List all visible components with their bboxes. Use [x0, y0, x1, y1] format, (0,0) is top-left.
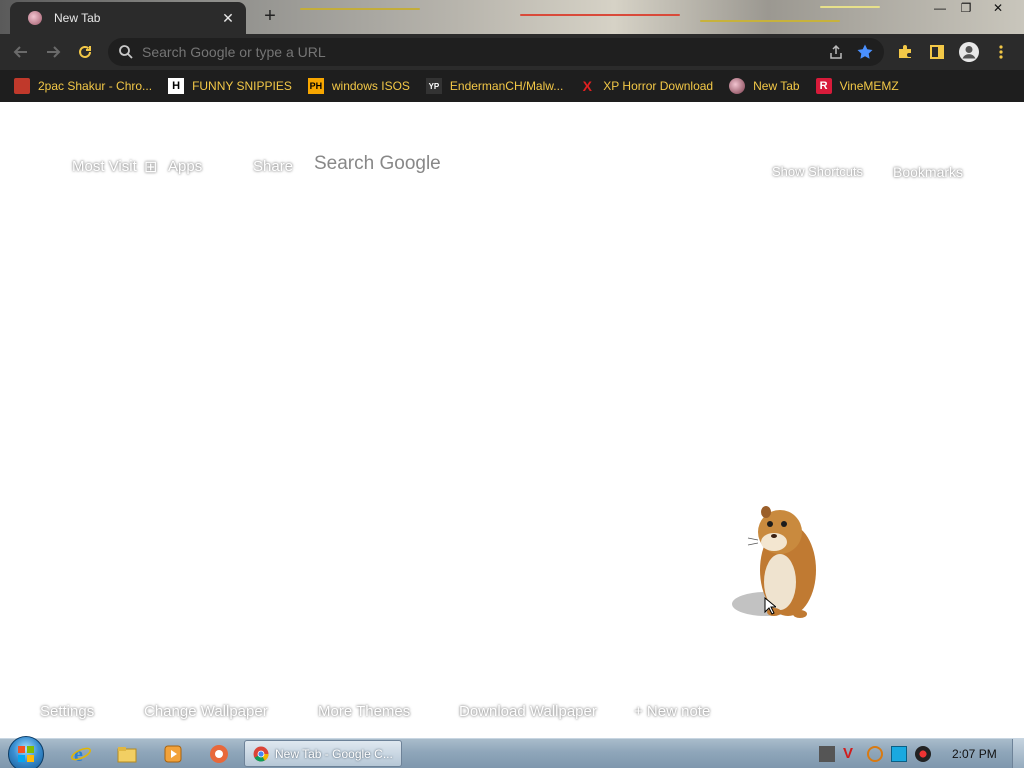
bookmarks-bar: 2pac Shakur - Chro... H FUNNY SNIPPIES P… — [0, 70, 1024, 102]
svg-text:e: e — [74, 744, 83, 765]
tray-record-icon[interactable] — [915, 746, 931, 762]
bookmarks-link[interactable]: Bookmarks — [893, 164, 963, 180]
tray-search-icon[interactable] — [867, 746, 883, 762]
forward-arrow-icon — [47, 46, 61, 58]
bookmark-item[interactable]: YP EndermanCH/Malw... — [425, 78, 564, 94]
extensions-button[interactable] — [894, 41, 916, 63]
wallpaper-streak — [700, 20, 840, 22]
tray-network-icon[interactable] — [819, 746, 835, 762]
bookmark-item[interactable]: PH windows ISOS — [307, 78, 410, 94]
bookmark-2pac-icon — [14, 78, 30, 94]
side-panel-button[interactable] — [926, 41, 948, 63]
bookmark-r-icon: R — [815, 78, 832, 94]
bookmark-item[interactable]: R VineMEMZ — [815, 78, 899, 94]
wallpaper-streak — [300, 8, 420, 10]
tray-display-icon[interactable] — [891, 746, 907, 762]
windows-logo-icon — [18, 746, 34, 762]
bookmark-label: windows ISOS — [331, 79, 410, 93]
hamster-image — [732, 506, 816, 618]
back-button[interactable] — [10, 41, 32, 63]
omnibox-input[interactable] — [142, 44, 802, 60]
share-link[interactable]: Share — [253, 158, 293, 175]
bookmark-star-icon[interactable] — [856, 43, 874, 61]
internet-explorer-icon[interactable]: e — [70, 743, 92, 765]
minimize-button[interactable]: — — [928, 0, 952, 16]
bookmark-label: EndermanCH/Malw... — [449, 79, 564, 93]
change-wallpaper-link[interactable]: Change Wallpaper — [144, 703, 268, 720]
bookmark-label: XP Horror Download — [603, 79, 714, 93]
show-shortcuts-link[interactable]: Show Shortcuts — [772, 164, 863, 179]
tab-close-icon[interactable]: ✕ — [220, 10, 236, 27]
puzzle-icon — [899, 45, 911, 58]
app-icon[interactable] — [208, 743, 230, 765]
kebab-menu-icon — [999, 45, 1003, 59]
bookmark-h-icon: H — [168, 78, 185, 94]
browser-toolbar — [0, 34, 1024, 70]
apps-grid-icon: ⊞ — [144, 159, 158, 176]
windows-taskbar: e New Tab - Google C... V 2:07 PM — [0, 736, 1024, 768]
bookmark-item[interactable]: 2pac Shakur - Chro... — [14, 78, 152, 94]
bookmark-label: 2pac Shakur - Chro... — [38, 79, 153, 93]
chrome-icon — [253, 746, 269, 762]
taskbar-clock[interactable]: 2:07 PM — [952, 747, 997, 761]
file-explorer-icon[interactable] — [116, 743, 138, 765]
tab-new-tab[interactable]: New Tab ✕ — [10, 2, 246, 34]
bookmark-item[interactable]: H FUNNY SNIPPIES — [168, 78, 292, 94]
bookmark-newtab-icon — [729, 78, 746, 94]
start-button[interactable] — [8, 736, 44, 768]
bookmark-label: New Tab — [753, 79, 800, 93]
avatar-icon — [959, 42, 979, 62]
reload-icon — [79, 45, 91, 58]
download-wallpaper-link[interactable]: Download Wallpaper — [459, 703, 597, 720]
search-google-label[interactable]: Search Google — [314, 153, 441, 175]
wallpaper-streak — [520, 14, 680, 16]
back-arrow-icon — [13, 46, 27, 58]
bookmark-item[interactable]: New Tab — [729, 78, 800, 94]
taskbar-window-label: New Tab - Google C... — [275, 746, 393, 761]
more-themes-link[interactable]: More Themes — [318, 703, 410, 720]
mouse-cursor-icon — [764, 597, 776, 615]
omnibox[interactable] — [108, 38, 884, 66]
restore-button[interactable]: ❐ — [954, 0, 978, 16]
tray-v-icon[interactable]: V — [843, 746, 859, 762]
reload-button[interactable] — [74, 41, 96, 63]
media-player-icon[interactable] — [162, 743, 184, 765]
profile-button[interactable] — [958, 41, 980, 63]
taskbar-chrome-window[interactable]: New Tab - Google C... — [244, 740, 402, 767]
menu-button[interactable] — [990, 41, 1012, 63]
settings-link[interactable]: Settings — [40, 703, 94, 720]
bookmark-yp-icon: YP — [425, 78, 442, 94]
bookmark-ph-icon: PH — [307, 78, 324, 94]
bookmark-x-icon: X — [582, 78, 592, 94]
forward-button[interactable] — [42, 41, 64, 63]
close-window-button[interactable]: ✕ — [986, 0, 1010, 16]
tab-title: New Tab — [54, 11, 101, 25]
browser-titlebar: New Tab ✕ + — ❐ ✕ — [0, 0, 1024, 34]
bookmark-label: FUNNY SNIPPIES — [192, 79, 292, 93]
bookmark-label: VineMEMZ — [839, 79, 899, 93]
new-tab-button[interactable]: + — [260, 5, 280, 28]
new-tab-favicon-icon — [28, 11, 42, 25]
new-tab-page: Most Visit ⊞ Apps Share Search Google Sh… — [0, 102, 1024, 738]
most-visited-link[interactable]: Most Visit — [72, 158, 137, 175]
apps-link[interactable]: Apps — [168, 158, 202, 175]
show-desktop-button[interactable] — [1012, 739, 1024, 768]
wallpaper-streak — [820, 6, 880, 8]
search-icon — [119, 45, 133, 59]
bookmark-item[interactable]: X XP Horror Download — [579, 78, 714, 94]
new-note-link[interactable]: + New note — [634, 703, 710, 720]
share-icon[interactable] — [828, 44, 844, 60]
side-panel-icon — [930, 45, 944, 59]
